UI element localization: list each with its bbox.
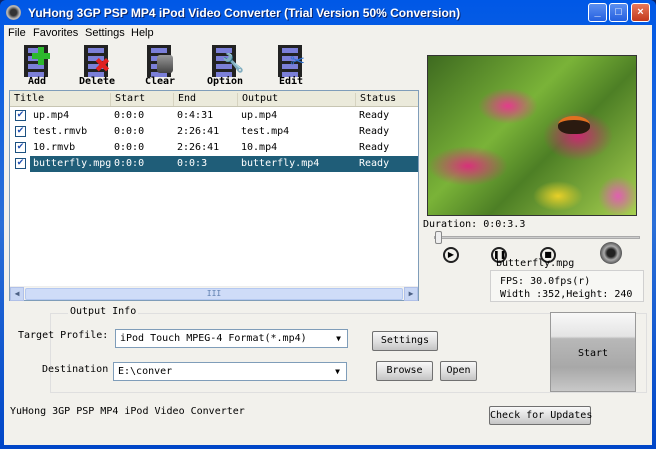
col-start[interactable]: Start — [111, 93, 174, 106]
cell-title: up.mp4 — [33, 110, 70, 121]
target-profile-select[interactable]: iPod Touch MPEG-4 Format(*.mp4) ▼ — [115, 329, 348, 348]
cell-output: up.mp4 — [241, 110, 278, 121]
file-list[interactable]: Title Start End Output Status ✔ up.mp4 0:0… — [9, 90, 419, 301]
table-row[interactable]: ✔ butterfly.mpg 0:0:0 0:0:3 butterfly.mp4 Rea… — [10, 156, 418, 172]
delete-icon: ✖ — [84, 45, 111, 77]
seek-thumb[interactable] — [435, 231, 442, 244]
seek-slider[interactable] — [434, 231, 640, 244]
close-button[interactable]: × — [631, 3, 650, 22]
player-file-name: butterfly.mpg — [496, 258, 575, 269]
destination-value: E:\conver — [118, 366, 173, 377]
cell-status: Ready — [359, 110, 390, 121]
output-info-label: Output Info — [68, 306, 139, 317]
cell-start: 0:0:0 — [114, 110, 145, 121]
cell-start: 0:0:0 — [114, 126, 145, 137]
cell-output: butterfly.mp4 — [238, 156, 356, 172]
cell-output: 10.mp4 — [241, 142, 278, 153]
col-end[interactable]: End — [174, 93, 238, 106]
butterfly-image — [558, 116, 590, 134]
table-row[interactable]: ✔ test.rmvb 0:0:0 2:26:41 test.mp4 Ready — [10, 124, 418, 140]
cell-start: 0:0:0 — [111, 156, 174, 172]
menu-settings[interactable]: Settings — [85, 27, 125, 39]
play-button[interactable]: ▶ — [443, 247, 459, 263]
cell-status: Ready — [356, 156, 418, 172]
cell-start: 0:0:0 — [114, 142, 145, 153]
col-status[interactable]: Status — [356, 93, 418, 106]
check-updates-button[interactable]: Check for Updates — [489, 406, 592, 425]
cell-status: Ready — [359, 126, 390, 137]
destination-select[interactable]: E:\conver ▼ — [113, 362, 347, 381]
col-output[interactable]: Output — [238, 93, 356, 106]
col-title[interactable]: Title — [10, 93, 111, 106]
row-checkbox[interactable]: ✔ — [15, 158, 26, 169]
option-label: Option — [206, 76, 244, 87]
duration-label: Duration: 0:0:3.3 — [423, 219, 526, 230]
add-label: Add — [27, 76, 47, 87]
cell-end: 0:0:3 — [174, 156, 238, 172]
clear-icon — [147, 45, 173, 77]
footer-app-name: YuHong 3GP PSP MP4 iPod Video Converter — [10, 406, 245, 417]
target-profile-label: Target Profile: — [18, 330, 109, 341]
edit-button[interactable]: ✂ Edit — [268, 45, 314, 87]
start-button[interactable]: Start — [550, 312, 636, 392]
row-checkbox[interactable]: ✔ — [15, 126, 26, 137]
client-area: File Favorites Settings Help Add ✖ Delet… — [4, 25, 652, 445]
scroll-left-button[interactable]: ◀ — [10, 287, 24, 301]
table-row[interactable]: ✔ up.mp4 0:0:0 0:4:31 up.mp4 Ready — [10, 108, 418, 124]
cell-status: Ready — [359, 142, 390, 153]
menu-help[interactable]: Help — [131, 27, 154, 39]
fps-text: FPS: 30.0fps(r) — [500, 276, 591, 287]
cell-output: test.mp4 — [241, 126, 290, 137]
cell-end: 0:4:31 — [177, 110, 214, 121]
volume-speaker-icon[interactable] — [600, 242, 622, 264]
settings-button[interactable]: Settings — [372, 331, 438, 351]
edit-label: Edit — [278, 76, 304, 87]
target-profile-value: iPod Touch MPEG-4 Format(*.mp4) — [120, 333, 307, 344]
scroll-thumb[interactable]: III — [25, 288, 403, 300]
edit-icon: ✂ — [278, 45, 305, 77]
cell-title: 10.rmvb — [33, 142, 76, 153]
minimize-button[interactable]: _ — [588, 3, 607, 22]
cell-title: butterfly.mpg — [30, 156, 111, 172]
scroll-right-button[interactable]: ▶ — [404, 287, 418, 301]
cell-title: test.rmvb — [33, 126, 88, 137]
row-checkbox[interactable]: ✔ — [15, 110, 26, 121]
cell-end: 2:26:41 — [177, 142, 220, 153]
chevron-down-icon: ▼ — [335, 367, 340, 376]
delete-button[interactable]: ✖ Delete — [74, 45, 120, 87]
add-icon — [24, 45, 50, 77]
row-checkbox[interactable]: ✔ — [15, 142, 26, 153]
window-title: YuHong 3GP PSP MP4 iPod Video Converter … — [28, 6, 461, 20]
open-button[interactable]: Open — [440, 361, 477, 381]
list-header: Title Start End Output Status — [10, 91, 418, 107]
video-preview — [427, 55, 637, 216]
cell-end: 2:26:41 — [177, 126, 220, 137]
clear-label: Clear — [144, 76, 176, 87]
resolution-text: Width :352,Height: 240 — [500, 289, 633, 300]
browse-button[interactable]: Browse — [376, 361, 433, 381]
menu-file[interactable]: File — [8, 27, 26, 39]
horizontal-scrollbar[interactable]: ◀ III ▶ — [10, 286, 418, 301]
table-row[interactable]: ✔ 10.rmvb 0:0:0 2:26:41 10.mp4 Ready — [10, 140, 418, 156]
title-bar: YuHong 3GP PSP MP4 iPod Video Converter … — [0, 0, 656, 25]
option-icon: 🔧 — [212, 45, 244, 77]
clear-button[interactable]: Clear — [137, 45, 183, 87]
media-info-box: FPS: 30.0fps(r) Width :352,Height: 240 — [490, 270, 644, 302]
menu-favorites[interactable]: Favorites — [33, 27, 78, 39]
add-button[interactable]: Add — [14, 45, 60, 87]
option-button[interactable]: 🔧 Option — [202, 45, 248, 87]
maximize-button[interactable]: □ — [609, 3, 628, 22]
chevron-down-icon: ▼ — [336, 334, 341, 343]
app-window: YuHong 3GP PSP MP4 iPod Video Converter … — [0, 0, 656, 449]
app-icon — [6, 5, 21, 20]
destination-label: Destination — [42, 364, 109, 375]
delete-label: Delete — [78, 76, 116, 87]
